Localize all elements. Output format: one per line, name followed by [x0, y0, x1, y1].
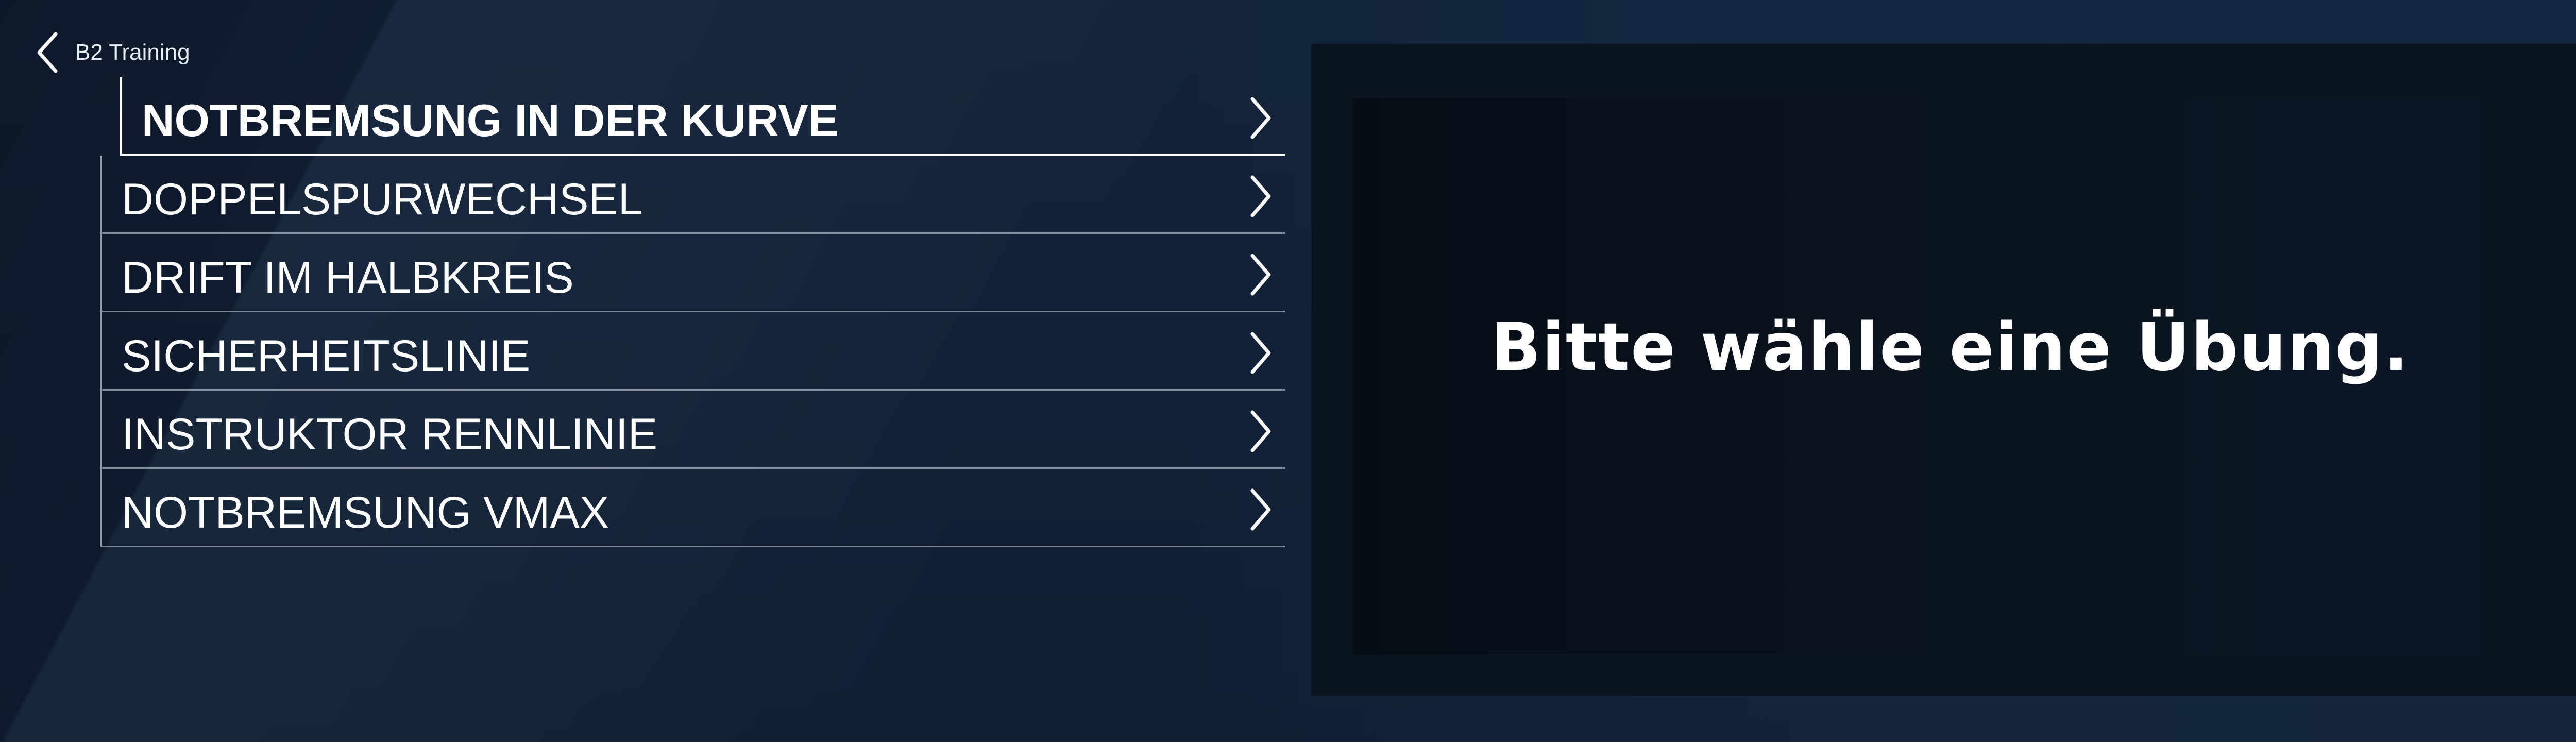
menu-item-label: INSTRUKTOR RENNLINIE — [122, 409, 658, 459]
chevron-right-icon — [1245, 168, 1276, 225]
chevron-right-icon — [1245, 246, 1276, 303]
menu-item-label: SICHERHEITSLINIE — [122, 331, 531, 381]
header: B2 Training — [33, 27, 190, 78]
exercise-menu: NOTBREMSUNG IN DER KURVE DOPPELSPURWECHS… — [100, 77, 1285, 547]
menu-item-label: DOPPELSPURWECHSEL — [122, 174, 643, 224]
breadcrumb[interactable]: B2 Training — [75, 40, 190, 65]
menu-item-instruktor-rennlinie[interactable]: INSTRUKTOR RENNLINIE — [100, 391, 1285, 469]
chevron-right-icon — [1245, 481, 1276, 538]
menu-item-doppelspurwechsel[interactable]: DOPPELSPURWECHSEL — [100, 156, 1285, 234]
menu-item-notbremsung-in-der-kurve[interactable]: NOTBREMSUNG IN DER KURVE — [120, 77, 1285, 156]
chevron-right-icon — [1245, 403, 1276, 460]
menu-item-sicherheitslinie[interactable]: SICHERHEITSLINIE — [100, 312, 1285, 391]
preview-placeholder-message: Bitte wähle eine Übung. — [1490, 309, 2410, 386]
menu-item-notbremsung-vmax[interactable]: NOTBREMSUNG VMAX — [100, 469, 1285, 547]
menu-item-label: DRIFT IM HALBKREIS — [122, 252, 574, 302]
menu-item-drift-im-halbkreis[interactable]: DRIFT IM HALBKREIS — [100, 234, 1285, 312]
chevron-right-icon — [1245, 90, 1276, 146]
menu-item-label: NOTBREMSUNG VMAX — [122, 487, 609, 537]
chevron-left-icon[interactable] — [33, 28, 62, 77]
menu-item-label: NOTBREMSUNG IN DER KURVE — [142, 95, 839, 146]
chevron-right-icon — [1245, 325, 1276, 381]
